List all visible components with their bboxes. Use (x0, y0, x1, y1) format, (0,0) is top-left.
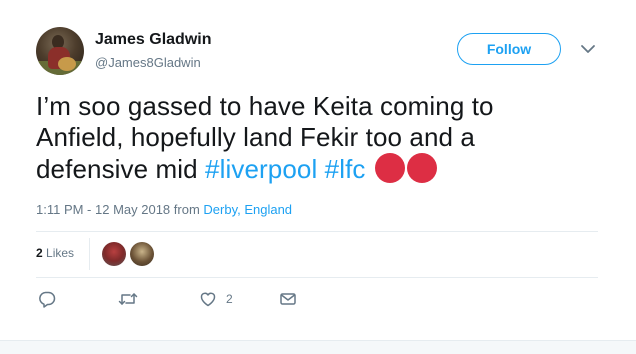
bottom-strip (0, 340, 636, 354)
tweet-text-line3: defensive mid (36, 154, 206, 184)
envelope-icon[interactable] (279, 290, 297, 308)
likes-stat[interactable]: 2 Likes (36, 246, 74, 260)
follow-button[interactable]: Follow (457, 33, 561, 65)
likes-count: 2 (36, 246, 43, 260)
liker-avatar[interactable] (102, 242, 126, 266)
hashtag-lfc[interactable]: #lfc (325, 154, 366, 184)
tweet-location[interactable]: Derby, England (203, 202, 292, 217)
stat-separator (89, 238, 90, 270)
retweet-icon[interactable] (118, 290, 138, 308)
avatar-dog (58, 57, 76, 71)
likes-label: Likes (46, 246, 75, 260)
heart-icon[interactable] (199, 290, 217, 308)
tweet-text: I’m soo gassed to have Keita coming to A… (36, 91, 596, 185)
divider (36, 231, 598, 232)
reply-icon[interactable] (38, 290, 56, 308)
tweet-card: James Gladwin @James8Gladwin Follow I’m … (0, 0, 636, 340)
author-avatar[interactable] (36, 27, 84, 75)
divider (36, 277, 598, 278)
tweet-timestamp[interactable]: 1:11 PM - 12 May 2018 from (36, 202, 203, 217)
tweet-text-line2: Anfield, hopefully land Fekir too and a (36, 122, 475, 152)
chevron-down-icon[interactable] (578, 41, 598, 57)
hashtag-liverpool[interactable]: #liverpool (205, 154, 317, 184)
author-name[interactable]: James Gladwin (95, 31, 212, 49)
tweet-text-line1: I’m soo gassed to have Keita coming to (36, 91, 494, 121)
red-circle-emoji (374, 153, 405, 183)
red-circle-emoji (406, 153, 437, 183)
like-count: 2 (226, 292, 233, 306)
tweet-meta: 1:11 PM - 12 May 2018 from Derby, Englan… (36, 202, 292, 217)
liker-avatar[interactable] (130, 242, 154, 266)
author-handle[interactable]: @James8Gladwin (95, 55, 201, 70)
